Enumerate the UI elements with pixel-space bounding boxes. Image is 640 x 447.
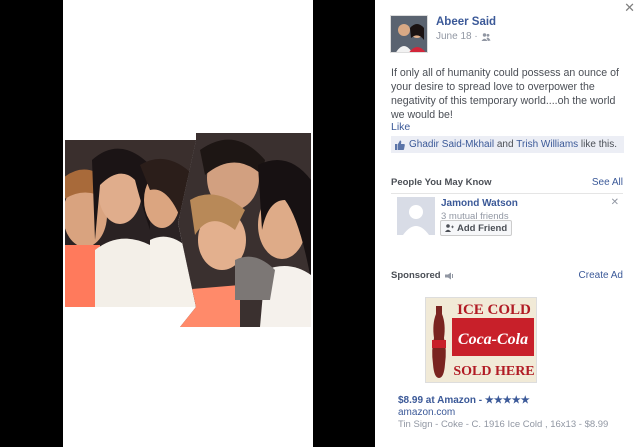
- close-icon[interactable]: ✕: [624, 1, 635, 15]
- liker-link[interactable]: Trish Williams: [516, 139, 578, 150]
- dismiss-icon[interactable]: ✕: [611, 197, 619, 208]
- sponsored-title: Sponsored: [391, 270, 441, 281]
- add-friend-icon: [445, 224, 454, 232]
- likes-suffix-text: like this.: [578, 139, 618, 150]
- likes-and-text: and: [494, 139, 517, 150]
- sponsored-title-wrap: Sponsored: [391, 270, 454, 281]
- sponsored-header: Sponsored Create Ad: [391, 270, 623, 286]
- add-friend-label: Add Friend: [457, 222, 508, 234]
- ad-choices-icon[interactable]: [444, 272, 454, 280]
- author-name[interactable]: Abeer Said: [436, 16, 496, 28]
- friends-icon[interactable]: [481, 32, 491, 41]
- ad-domain[interactable]: amazon.com: [398, 407, 455, 418]
- ad-image[interactable]: ICE COLD Coca-Cola SOLD HERE: [425, 297, 537, 383]
- like-button[interactable]: Like: [391, 121, 410, 133]
- create-ad-link[interactable]: Create Ad: [579, 270, 623, 281]
- pymk-header: People You May Know See All: [391, 177, 623, 194]
- sign-top-text: ICE COLD: [457, 302, 531, 318]
- photo-stage: [0, 0, 375, 447]
- pymk-person-name[interactable]: Jamond Watson: [441, 198, 518, 209]
- ad-title-link[interactable]: $8.99 at Amazon - ★★★★★: [398, 395, 530, 406]
- post-date-text[interactable]: June 18 ·: [436, 31, 478, 42]
- ad-description: Tin Sign - Coke - C. 1916 Ice Cold , 16x…: [398, 419, 609, 430]
- default-avatar-icon[interactable]: [397, 197, 435, 235]
- post-author: Abeer Said June 18 ·: [390, 15, 496, 53]
- likes-summary: Ghadir Said-Mkhail and Trish Williams li…: [391, 136, 624, 153]
- avatar[interactable]: [390, 15, 428, 53]
- post-photo[interactable]: [0, 0, 375, 447]
- add-friend-button[interactable]: Add Friend: [440, 220, 513, 236]
- post-date: June 18 ·: [436, 31, 496, 42]
- sign-bottom-text: SOLD HERE: [453, 364, 534, 379]
- see-all-link[interactable]: See All: [592, 177, 623, 188]
- post-text: If only all of humanity could possess an…: [391, 67, 619, 121]
- pymk-title: People You May Know: [391, 177, 492, 188]
- liker-link[interactable]: Ghadir Said-Mkhail: [409, 139, 494, 150]
- sign-brand-text: Coca-Cola: [458, 331, 528, 348]
- post-side-panel: ✕ Abeer Said June 18 · If only all of hu…: [375, 0, 640, 447]
- thumbs-up-icon: [395, 140, 405, 150]
- pymk-card: Jamond Watson 3 mutual friends Add Frien…: [397, 197, 623, 239]
